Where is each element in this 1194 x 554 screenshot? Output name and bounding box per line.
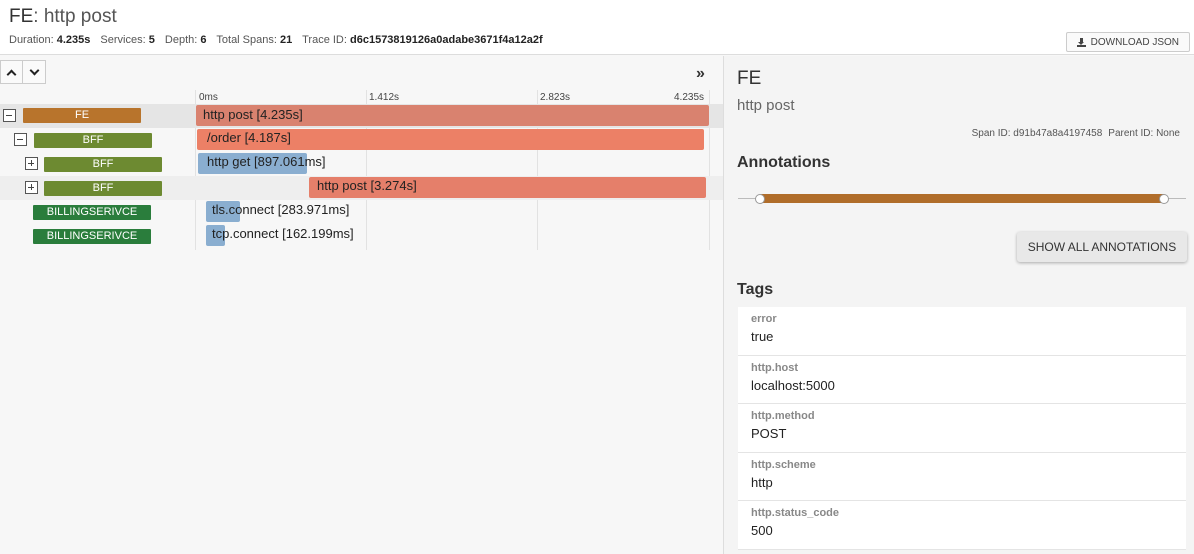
span-label: tcp.connect [162.199ms] (212, 226, 354, 241)
tag-item: http.status_code 500 (738, 501, 1186, 550)
tick-label: 1.412s (369, 92, 400, 103)
chevron-down-icon (29, 65, 39, 75)
tag-value: http (751, 474, 773, 490)
tag-key: http.method (751, 410, 815, 422)
annotation-range-start-handle[interactable] (755, 194, 765, 204)
stat-trace-id-label: Trace ID: (302, 34, 347, 46)
previous-span-button[interactable] (0, 60, 23, 84)
span-label: http post [3.274s] (317, 178, 417, 193)
tag-value: localhost:5000 (751, 377, 835, 393)
span-label: http post [4.235s] (203, 107, 303, 122)
tag-value: 500 (751, 523, 773, 538)
trace-root-service: FE (9, 6, 34, 27)
collapse-toggle[interactable] (3, 109, 16, 122)
tag-item: http.host localhost:5000 (738, 355, 1186, 404)
stat-total-spans-value: 21 (280, 34, 293, 46)
trace-timeline-panel: » 0ms 1.412s 2.823s 4.235s FE http post … (0, 56, 723, 554)
span-timeline: 0ms 1.412s 2.823s 4.235s FE http post [4… (0, 90, 723, 250)
span-label: http get [897.061ms] (207, 154, 326, 169)
collapse-toggle[interactable] (14, 133, 27, 146)
tags-list: error true http.host localhost:5000 http… (738, 307, 1186, 550)
collapse-detail-button[interactable]: » (696, 65, 705, 83)
service-label[interactable]: BILLINGSERIVCE (33, 205, 151, 220)
span-nav (0, 60, 46, 84)
expand-toggle[interactable] (25, 181, 38, 194)
tag-item: http.method POST (738, 404, 1186, 453)
trace-stats: Duration: 4.235s Services: 5 Depth: 6 To… (9, 34, 550, 46)
detail-service-name: FE (737, 68, 762, 89)
span-detail-panel: FE http post Span ID: d91b47a8a4197458 Pa… (723, 56, 1194, 554)
stat-duration-label: Duration: (9, 34, 54, 46)
service-label[interactable]: BFF (44, 181, 162, 196)
span-row[interactable]: FE http post [4.235s] (0, 104, 723, 128)
stat-services-label: Services: (100, 34, 146, 46)
stat-services-value: 5 (148, 34, 155, 46)
annotation-range-end-handle[interactable] (1159, 194, 1169, 204)
service-label[interactable]: FE (23, 108, 141, 123)
annotations-title: Annotations (737, 154, 831, 171)
tick-label: 4.235s (674, 92, 705, 103)
next-span-button[interactable] (23, 60, 46, 84)
download-json-label: DOWNLOAD JSON (1090, 36, 1179, 48)
service-label[interactable]: BILLINGSERIVCE (33, 229, 151, 244)
detail-operation-name: http post (737, 97, 795, 114)
double-chevron-right-icon: » (696, 65, 705, 82)
tick-label: 0ms (199, 92, 218, 103)
span-id: Span ID: d91b47a8a4197458 (971, 128, 1103, 139)
tag-key: http.scheme (751, 458, 816, 471)
stat-total-spans-label: Total Spans: (216, 34, 277, 46)
trace-title: FE: http post (9, 6, 117, 28)
download-icon (1076, 37, 1086, 47)
trace-header: FE: http post Duration: 4.235s Services:… (0, 0, 1194, 55)
span-ids: Span ID: d91b47a8a4197458 Parent ID: None (972, 128, 1180, 139)
span-row[interactable]: BFF /order [4.187s] (0, 128, 723, 152)
tag-key: http.status_code (751, 507, 840, 519)
tag-item: http.scheme http (738, 452, 1186, 501)
span-row[interactable]: BILLINGSERIVCE tls.connect [283.971ms] (0, 200, 723, 224)
annotation-range (760, 194, 1165, 203)
span-label: tls.connect [283.971ms] (212, 202, 350, 217)
tag-value: POST (751, 426, 787, 441)
chevron-up-icon (6, 69, 17, 79)
parent-id: Parent ID: None (1108, 128, 1180, 139)
span-row[interactable]: BFF http get [897.061ms] (0, 152, 723, 176)
span-row[interactable]: BILLINGSERIVCE tcp.connect [162.199ms] (0, 224, 723, 248)
tag-value: true (751, 329, 774, 344)
stat-depth-label: Depth: (164, 34, 198, 46)
span-label: /order [4.187s] (207, 130, 291, 145)
tag-key: error (751, 313, 777, 325)
download-json-button[interactable]: DOWNLOAD JSON (1065, 32, 1190, 52)
span-row[interactable]: BFF http post [3.274s] (0, 176, 723, 200)
stat-trace-id-value: d6c1573819126a0adabe3671f4a12a2f (350, 34, 543, 46)
stat-depth-value: 6 (200, 34, 207, 46)
tag-key: http.host (751, 361, 799, 374)
expand-toggle[interactable] (25, 157, 38, 170)
show-all-annotations-button[interactable]: SHOW ALL ANNOTATIONS (1017, 232, 1187, 262)
trace-root-operation: : http post (33, 6, 117, 27)
tags-title: Tags (737, 281, 774, 298)
tag-item: error true (738, 307, 1186, 356)
stat-duration-value: 4.235s (56, 34, 91, 46)
service-label[interactable]: BFF (44, 157, 162, 172)
tick-label: 2.823s (540, 92, 571, 103)
service-label[interactable]: BFF (34, 133, 152, 148)
